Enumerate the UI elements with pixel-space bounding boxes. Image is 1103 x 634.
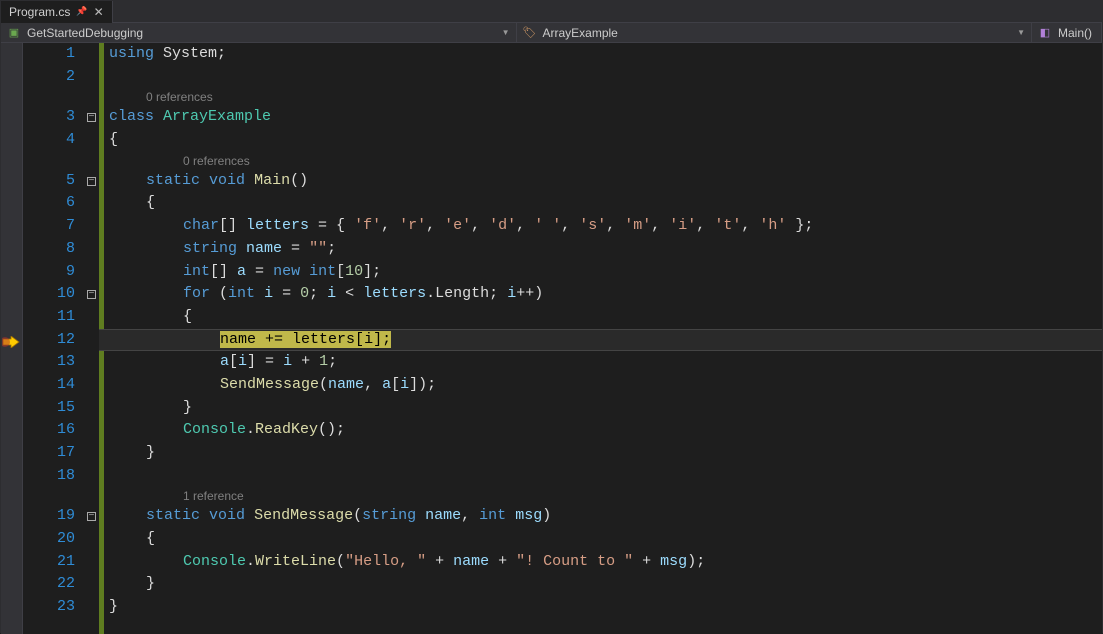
close-icon[interactable]: ✕ [94, 5, 104, 19]
code-line[interactable]: { [99, 129, 1102, 152]
line-number: 6 [23, 192, 75, 215]
csharp-project-icon: ▣ [7, 26, 21, 39]
line-number: 20 [23, 528, 75, 551]
line-number: 16 [23, 419, 75, 442]
line-number: 19 [23, 505, 75, 528]
code-line[interactable]: Console.ReadKey(); [99, 419, 1102, 442]
line-number: 18 [23, 465, 75, 488]
glyph-margin[interactable] [1, 43, 23, 634]
code-line[interactable]: } [99, 573, 1102, 596]
line-number: 12 [23, 329, 75, 352]
current-statement-arrow-icon [2, 334, 20, 346]
navigation-bar: ▣ GetStartedDebugging ▼ 🏷 ArrayExample ▼… [1, 23, 1102, 43]
code-line[interactable]: static void SendMessage(string name, int… [99, 505, 1102, 528]
code-editor[interactable]: 1234567891011121314151617181920212223 −−… [1, 43, 1102, 634]
chevron-down-icon: ▼ [1017, 28, 1025, 37]
code-line[interactable]: a[i] = i + 1; [99, 351, 1102, 374]
code-line[interactable]: { [99, 528, 1102, 551]
line-number [23, 487, 75, 505]
code-line[interactable]: int[] a = new int[10]; [99, 261, 1102, 284]
line-number: 13 [23, 351, 75, 374]
line-number [23, 88, 75, 106]
code-line[interactable]: class ArrayExample [99, 106, 1102, 129]
code-line[interactable]: char[] letters = { 'f', 'r', 'e', 'd', '… [99, 215, 1102, 238]
line-number [23, 152, 75, 170]
line-number: 4 [23, 129, 75, 152]
pin-icon[interactable]: 📌 [76, 6, 87, 17]
code-line[interactable]: for (int i = 0; i < letters.Length; i++) [99, 283, 1102, 306]
nav-project-dropdown[interactable]: ▣ GetStartedDebugging ▼ [1, 23, 517, 42]
tab-program-cs[interactable]: Program.cs 📌 ✕ [1, 1, 113, 23]
line-number: 2 [23, 66, 75, 89]
fold-toggle[interactable]: − [87, 113, 96, 122]
line-number: 17 [23, 442, 75, 465]
code-line[interactable]: string name = ""; [99, 238, 1102, 261]
nav-method-label: Main() [1058, 26, 1092, 40]
codelens-annotation[interactable]: 0 references [99, 152, 1102, 170]
code-line[interactable] [99, 66, 1102, 89]
class-icon: 🏷 [523, 26, 537, 39]
line-number: 8 [23, 238, 75, 261]
code-line[interactable]: } [99, 397, 1102, 420]
code-line[interactable]: { [99, 306, 1102, 329]
code-line[interactable]: { [99, 192, 1102, 215]
code-line[interactable] [99, 465, 1102, 488]
line-number: 21 [23, 551, 75, 574]
line-number: 5 [23, 170, 75, 193]
nav-method-dropdown[interactable]: ◧ Main() [1032, 23, 1102, 42]
nav-class-dropdown[interactable]: 🏷 ArrayExample ▼ [517, 23, 1033, 42]
code-line[interactable]: name += letters[i]; [99, 329, 1102, 352]
nav-project-label: GetStartedDebugging [27, 26, 143, 40]
line-number: 1 [23, 43, 75, 66]
code-line[interactable]: } [99, 596, 1102, 619]
code-line[interactable]: Console.WriteLine("Hello, " + name + "! … [99, 551, 1102, 574]
method-icon: ◧ [1038, 26, 1052, 39]
fold-toggle[interactable]: − [87, 512, 96, 521]
line-number: 9 [23, 261, 75, 284]
code-line[interactable]: using System; [99, 43, 1102, 66]
codelens-annotation[interactable]: 1 reference [99, 487, 1102, 505]
line-number: 10 [23, 283, 75, 306]
codelens-annotation[interactable]: 0 references [99, 88, 1102, 106]
line-number-gutter[interactable]: 1234567891011121314151617181920212223 [23, 43, 85, 634]
line-number: 22 [23, 573, 75, 596]
chevron-down-icon: ▼ [502, 28, 510, 37]
line-number: 3 [23, 106, 75, 129]
nav-class-label: ArrayExample [543, 26, 618, 40]
line-number: 7 [23, 215, 75, 238]
code-line[interactable]: static void Main() [99, 170, 1102, 193]
line-number: 23 [23, 596, 75, 619]
line-number: 14 [23, 374, 75, 397]
code-line[interactable]: } [99, 442, 1102, 465]
fold-toggle[interactable]: − [87, 177, 96, 186]
line-number: 15 [23, 397, 75, 420]
tab-bar: Program.cs 📌 ✕ [1, 1, 1102, 23]
fold-toggle[interactable]: − [87, 290, 96, 299]
code-line[interactable]: SendMessage(name, a[i]); [99, 374, 1102, 397]
code-area[interactable]: using System;0 referencesclass ArrayExam… [99, 43, 1102, 634]
fold-column[interactable]: − − − − [85, 43, 99, 634]
line-number: 11 [23, 306, 75, 329]
tab-title: Program.cs [9, 5, 70, 19]
